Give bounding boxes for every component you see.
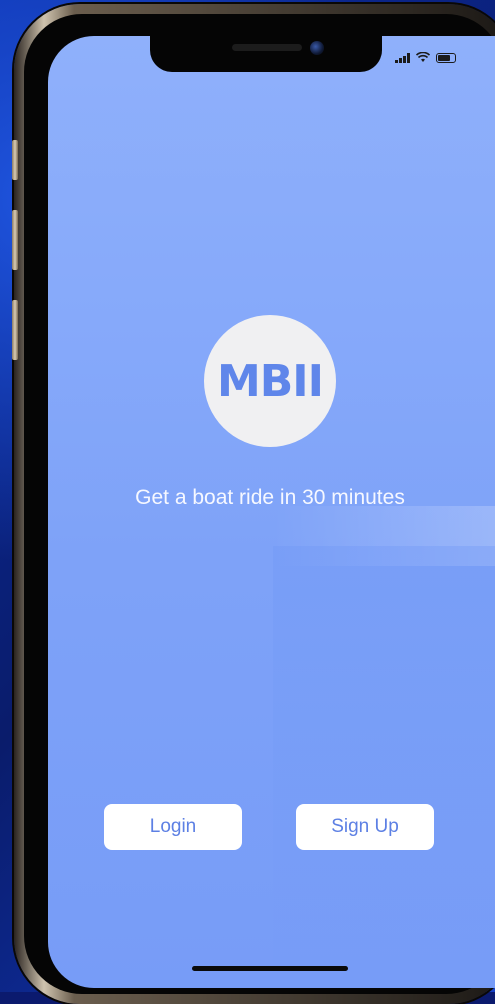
phone-notch xyxy=(150,36,382,72)
front-camera xyxy=(310,41,324,55)
battery-icon xyxy=(436,52,456,63)
screen-reflection-lower xyxy=(273,546,495,988)
volume-up-button xyxy=(12,210,18,270)
app-logo: MBII xyxy=(204,315,336,447)
signal-bars-icon xyxy=(395,52,410,63)
wifi-icon xyxy=(416,52,430,62)
status-bar xyxy=(395,52,456,63)
volume-down-button xyxy=(12,300,18,360)
logo-text: MBII xyxy=(216,355,324,407)
home-indicator[interactable] xyxy=(192,966,348,971)
silent-switch xyxy=(12,140,18,180)
earpiece-speaker xyxy=(232,44,302,51)
sign-up-button[interactable]: Sign Up xyxy=(296,804,434,850)
tagline: Get a boat ride in 30 minutes xyxy=(135,486,405,509)
login-button[interactable]: Login xyxy=(104,804,242,850)
screen-reflection xyxy=(273,506,495,566)
